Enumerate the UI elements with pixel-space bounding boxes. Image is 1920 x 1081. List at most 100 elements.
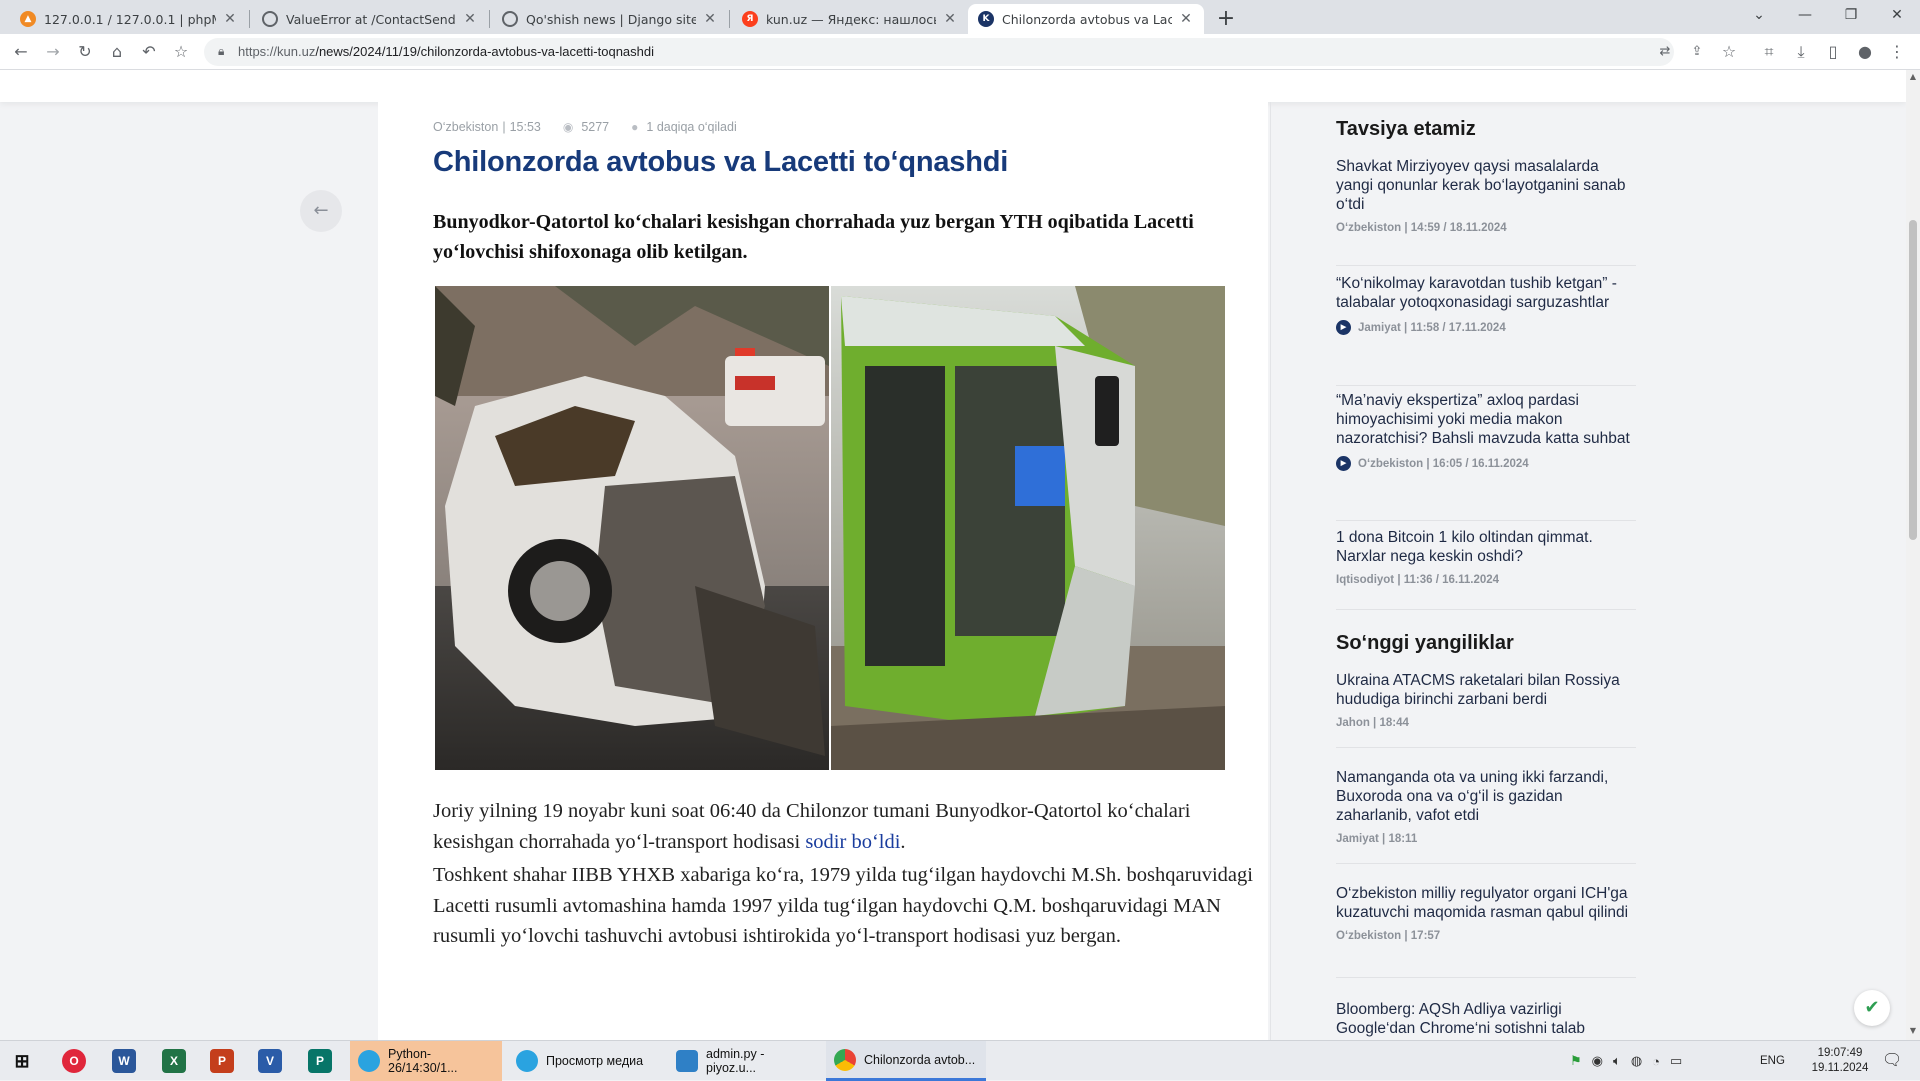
article-photo[interactable]: [435, 286, 1225, 770]
network-icon[interactable]: ◉: [1592, 1053, 1603, 1069]
visio-icon[interactable]: V: [258, 1049, 282, 1073]
article-title: Chilonzorda avtobus va Lacetti to‘qnashd…: [433, 146, 1009, 178]
close-icon[interactable]: ✕: [942, 11, 958, 27]
url-path: /news/2024/11/19/chilonzorda-avtobus-va-…: [315, 44, 655, 59]
new-tab-button[interactable]: +: [1212, 6, 1240, 34]
tab-django-admin[interactable]: Qo'shish news | Django site admin ✕: [492, 4, 728, 34]
page-scrollbar[interactable]: ▲ ▼: [1906, 70, 1920, 1040]
opera-icon[interactable]: O: [62, 1049, 86, 1073]
taskbar-app-chrome[interactable]: Chilonzorda avtob...: [826, 1041, 986, 1081]
back-button[interactable]: ←: [300, 190, 342, 232]
word-icon[interactable]: W: [112, 1049, 136, 1073]
tab-title: ValueError at /ContactSend: [286, 11, 456, 27]
recommended-item[interactable]: “Ma’naviy ekspertiza” axloq pardasi himo…: [1336, 391, 1636, 521]
close-window-button[interactable]: ✕: [1874, 0, 1920, 30]
star-icon[interactable]: ☆: [1716, 39, 1742, 65]
scroll-thumb[interactable]: [1909, 220, 1917, 540]
back-arrow-icon[interactable]: ←: [8, 39, 34, 65]
close-icon[interactable]: ✕: [702, 11, 718, 27]
bookmark-star-icon[interactable]: ☆: [168, 39, 194, 65]
browser-toolbar: ← → ↻ ⌂ ↶ ☆ 🔒︎ https://kun.uz/news/2024/…: [0, 34, 1920, 70]
publisher-icon[interactable]: P: [308, 1049, 332, 1073]
tab-title: kun.uz — Яндекс: нашлось 7 тыс.: [766, 11, 936, 27]
latest-item[interactable]: O‘zbekiston milliy regulyator organi ICH…: [1336, 884, 1636, 978]
maximize-button[interactable]: ❐: [1828, 0, 1874, 30]
video-play-icon: ▶: [1336, 320, 1351, 335]
close-icon[interactable]: ✕: [1178, 11, 1194, 27]
tab-yandex[interactable]: Я kun.uz — Яндекс: нашлось 7 тыс. ✕: [732, 4, 968, 34]
download-icon[interactable]: ⤓: [1788, 39, 1814, 65]
web-page: ← O‘zbekiston | 15:53 ◉ 5277 ● 1 daqiqa …: [0, 70, 1906, 1040]
read-time: 1 daqiqa o‘qiladi: [646, 120, 737, 134]
tab-search-chevron-icon[interactable]: ⌄: [1736, 0, 1782, 30]
recommended-item[interactable]: “Ko‘nikolmay karavotdan tushib ketgan” -…: [1336, 274, 1636, 386]
powerpoint-icon[interactable]: P: [210, 1049, 234, 1073]
wifi-icon[interactable]: ◔: [1652, 1054, 1660, 1069]
tab-phpmyadmin[interactable]: ▲ 127.0.0.1 / 127.0.0.1 | phpMyAdmin ✕: [10, 4, 248, 34]
phpmyadmin-icon: ▲: [20, 11, 36, 27]
clock-icon: ●: [631, 120, 639, 134]
tab-strip: ▲ 127.0.0.1 / 127.0.0.1 | phpMyAdmin ✕ V…: [0, 0, 1920, 34]
translate-icon[interactable]: ⇄: [1652, 39, 1678, 65]
recommended-section: Tavsiya etamiz: [1336, 118, 1636, 141]
tab-kun-active[interactable]: K Chilonzorda avtobus va Lacetti to'qnas…: [968, 4, 1204, 34]
latest-item[interactable]: Bloomberg: AQSh Adliya vazirligi Google‘…: [1336, 1000, 1636, 1040]
notification-icon[interactable]: 🗨︎: [1882, 1041, 1902, 1081]
eye-icon: ◉: [562, 120, 574, 134]
flag-icon[interactable]: ⚑: [1570, 1053, 1582, 1069]
reload-icon[interactable]: ↻: [72, 39, 98, 65]
vscode-icon: [676, 1050, 698, 1072]
lock-icon: 🔒︎: [218, 44, 225, 58]
latest-item[interactable]: Namanganda ota va uning ikki farzandi, B…: [1336, 768, 1636, 864]
tab-valueerror[interactable]: ValueError at /ContactSend ✕: [252, 4, 488, 34]
scroll-down-icon[interactable]: ▼: [1906, 1026, 1920, 1035]
close-icon[interactable]: ✕: [462, 11, 478, 27]
url-host: https://kun.uz: [238, 44, 316, 59]
scroll-up-icon[interactable]: ▲: [1906, 72, 1920, 81]
taskbar-app-telegram[interactable]: Python-26/14:30/1...: [350, 1041, 502, 1081]
taskbar-app-vscode[interactable]: admin.py - piyoz.u...: [668, 1041, 820, 1081]
video-play-icon: ▶: [1336, 456, 1351, 471]
latest-heading: So‘nggi yangiliklar: [1336, 632, 1514, 654]
display-icon[interactable]: ▭: [1670, 1053, 1682, 1069]
tab-title: Qo'shish news | Django site admin: [526, 11, 696, 27]
taskbar-app-media[interactable]: Просмотр медиа: [508, 1041, 662, 1081]
recommended-item[interactable]: Shavkat Mirziyoyev qaysi masalalarda yan…: [1336, 157, 1636, 266]
menu-dots-icon[interactable]: ⋮: [1884, 39, 1910, 65]
home-icon[interactable]: ⌂: [104, 39, 130, 65]
windows-taskbar: ⊞ O W X P V P Python-26/14:30/1... Просм…: [0, 1040, 1920, 1081]
article-meta: O‘zbekiston | 15:53 ◉ 5277 ● 1 daqiqa o‘…: [433, 120, 737, 134]
security-shield-icon[interactable]: ✔: [1854, 990, 1890, 1026]
volume-icon[interactable]: 🔈︎: [1613, 1053, 1621, 1069]
chrome-icon: [834, 1048, 856, 1071]
article-category[interactable]: O‘zbekiston: [433, 120, 498, 134]
article-paragraph-2: Toshkent shahar IIBB YHXB xabariga ko‘ra…: [433, 864, 1253, 947]
recommended-item[interactable]: 1 dona Bitcoin 1 kilo oltindan qimmat. N…: [1336, 528, 1636, 610]
language-indicator[interactable]: ENG: [1760, 1041, 1785, 1081]
latest-item[interactable]: Ukraina ATACMS raketalari bilan Rossiya …: [1336, 671, 1636, 748]
tab-title: Chilonzorda avtobus va Lacetti to'qnashd…: [1002, 11, 1172, 27]
minimize-button[interactable]: —: [1782, 0, 1828, 30]
shield-tray-icon[interactable]: ◍: [1631, 1053, 1642, 1069]
latest-section: So‘nggi yangiliklar: [1336, 632, 1636, 655]
close-icon[interactable]: ✕: [222, 11, 238, 27]
sidepanel-icon[interactable]: ▯: [1820, 39, 1846, 65]
telegram-icon: [516, 1050, 538, 1072]
system-tray: ⚑ ◉ 🔈︎ ◍ ◔ ▭: [1570, 1041, 1750, 1081]
windows-start-icon[interactable]: ⊞: [10, 1049, 34, 1073]
kun-icon: K: [978, 11, 994, 27]
forward-arrow-icon[interactable]: →: [40, 39, 66, 65]
excel-icon[interactable]: X: [162, 1049, 186, 1073]
crop-icon[interactable]: ⌗: [1756, 39, 1782, 65]
share-icon[interactable]: ⇪: [1684, 39, 1710, 65]
globe-icon: [502, 11, 518, 27]
clock[interactable]: 19:07:49 19.11.2024: [1808, 1046, 1872, 1076]
yandex-icon: Я: [742, 11, 758, 27]
address-bar[interactable]: 🔒︎ https://kun.uz/news/2024/11/19/chilon…: [204, 38, 1674, 66]
profile-icon[interactable]: ●: [1852, 39, 1878, 65]
inline-link[interactable]: sodir bo‘ldi: [805, 831, 900, 853]
article-time: 15:53: [509, 120, 541, 134]
article-lead: Bunyodkor-Qatortol ko‘chalari kesishgan …: [433, 211, 1194, 263]
undo-icon[interactable]: ↶: [136, 39, 162, 65]
recommended-heading: Tavsiya etamiz: [1336, 118, 1476, 140]
